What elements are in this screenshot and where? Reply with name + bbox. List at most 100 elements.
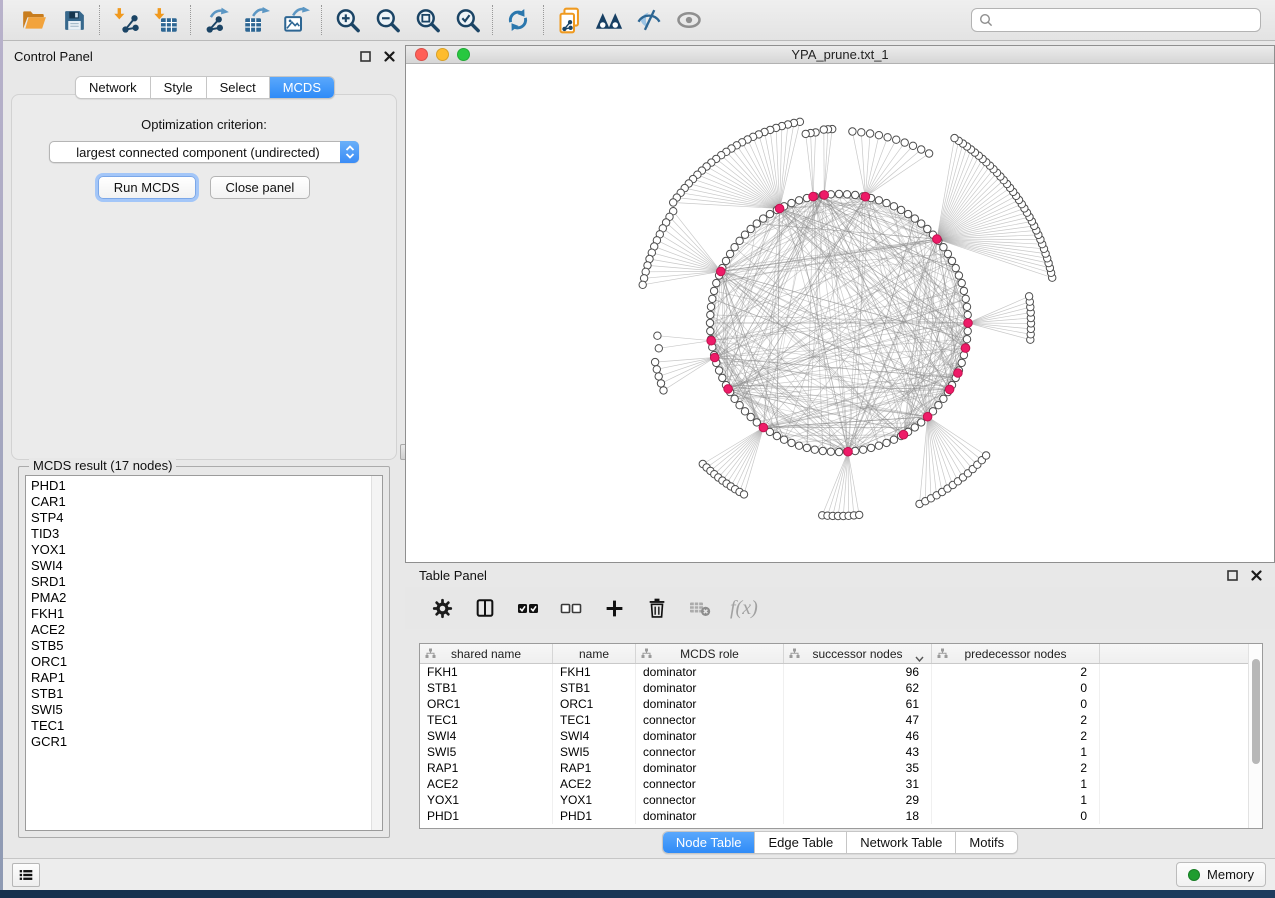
graph-mcds-hub-node[interactable] [775, 204, 784, 213]
cell-successor-nodes[interactable]: 18 [784, 808, 932, 824]
graph-node[interactable] [958, 279, 965, 286]
cell-name[interactable]: SWI4 [553, 728, 636, 744]
graph-leaf-node[interactable] [893, 136, 900, 143]
export-network-icon[interactable] [200, 4, 232, 36]
graph-node[interactable] [736, 402, 743, 409]
graph-node[interactable] [890, 203, 897, 210]
mcds-result-item[interactable]: TID3 [26, 526, 370, 542]
table-scrollbar-thumb[interactable] [1252, 659, 1260, 764]
graph-node[interactable] [773, 432, 780, 439]
cell-predecessor-nodes[interactable]: 1 [932, 792, 1100, 808]
criterion-select[interactable]: largest connected component (undirected) [49, 141, 359, 163]
export-image-icon[interactable] [280, 4, 312, 36]
table-row[interactable]: PHD1PHD1dominator180 [420, 808, 1248, 824]
cell-mcds-role[interactable]: connector [636, 744, 784, 760]
cell-name[interactable]: PHD1 [553, 808, 636, 824]
save-icon[interactable] [58, 4, 90, 36]
cell-successor-nodes[interactable]: 35 [784, 760, 932, 776]
graph-node[interactable] [835, 448, 842, 455]
graph-node[interactable] [883, 199, 890, 206]
cell-shared-name[interactable]: ACE2 [420, 776, 553, 792]
search-input[interactable] [998, 13, 1253, 28]
cell-successor-nodes[interactable]: 43 [784, 744, 932, 760]
graph-node[interactable] [726, 250, 733, 257]
network-window-titlebar[interactable]: YPA_prune.txt_1 [406, 46, 1274, 64]
graph-node[interactable] [875, 442, 882, 449]
graph-mcds-hub-node[interactable] [964, 319, 973, 328]
graph-mcds-hub-node[interactable] [933, 235, 942, 244]
graph-leaf-node[interactable] [884, 134, 891, 141]
minimize-window-icon[interactable] [436, 48, 449, 61]
graph-node[interactable] [944, 250, 951, 257]
cell-shared-name[interactable]: TEC1 [420, 712, 553, 728]
graph-node[interactable] [835, 190, 842, 197]
graph-leaf-node[interactable] [858, 129, 865, 136]
graph-leaf-node[interactable] [866, 130, 873, 137]
add-column-icon[interactable] [601, 595, 627, 621]
graph-leaf-node[interactable] [849, 128, 856, 135]
graph-leaf-node[interactable] [639, 281, 646, 288]
graph-mcds-hub-node[interactable] [954, 369, 963, 378]
graph-node[interactable] [741, 231, 748, 238]
cell-mcds-role[interactable]: connector [636, 792, 784, 808]
cell-successor-nodes[interactable]: 96 [784, 664, 932, 680]
column-header-shared-name[interactable]: shared name [420, 644, 553, 663]
graph-node[interactable] [731, 244, 738, 251]
graph-mcds-hub-node[interactable] [820, 191, 829, 200]
select-all-icon[interactable] [515, 595, 541, 621]
cell-successor-nodes[interactable]: 29 [784, 792, 932, 808]
graph-node[interactable] [867, 444, 874, 451]
deselect-all-icon[interactable] [558, 595, 584, 621]
graph-node[interactable] [707, 311, 714, 318]
cell-name[interactable]: FKH1 [553, 664, 636, 680]
graph-leaf-node[interactable] [909, 142, 916, 149]
graph-node[interactable] [964, 311, 971, 318]
graph-leaf-node[interactable] [651, 358, 658, 365]
cell-mcds-role[interactable]: connector [636, 776, 784, 792]
graph-node[interactable] [795, 442, 802, 449]
table-row[interactable]: ACE2ACE2connector311 [420, 776, 1248, 792]
tab-mcds[interactable]: MCDS [270, 77, 334, 98]
run-mcds-button[interactable]: Run MCDS [98, 176, 196, 199]
cell-shared-name[interactable]: ORC1 [420, 696, 553, 712]
cell-successor-nodes[interactable]: 46 [784, 728, 932, 744]
mcds-result-item[interactable]: SWI4 [26, 558, 370, 574]
graph-mcds-hub-node[interactable] [861, 192, 870, 201]
graph-node[interactable] [788, 199, 795, 206]
cell-shared-name[interactable]: FKH1 [420, 664, 553, 680]
close-window-icon[interactable] [415, 48, 428, 61]
network-document-icon[interactable] [553, 4, 585, 36]
graph-mcds-hub-node[interactable] [809, 192, 818, 201]
close-icon[interactable] [1250, 569, 1263, 582]
cell-predecessor-nodes[interactable]: 0 [932, 808, 1100, 824]
cell-mcds-role[interactable]: dominator [636, 664, 784, 680]
tab-motifs[interactable]: Motifs [956, 832, 1017, 853]
graph-leaf-node[interactable] [925, 150, 932, 157]
graph-node[interactable] [918, 419, 925, 426]
cell-mcds-role[interactable]: dominator [636, 696, 784, 712]
sort-desc-icon[interactable] [915, 651, 924, 665]
mcds-result-item[interactable]: CAR1 [26, 494, 370, 510]
graph-node[interactable] [924, 225, 931, 232]
graph-mcds-hub-node[interactable] [844, 447, 853, 456]
graph-leaf-node[interactable] [875, 132, 882, 139]
cell-name[interactable]: STB1 [553, 680, 636, 696]
column-header-name[interactable]: name [553, 644, 636, 663]
table-row[interactable]: RAP1RAP1dominator352 [420, 760, 1248, 776]
task-history-icon[interactable] [12, 863, 40, 887]
graph-leaf-node[interactable] [918, 146, 925, 153]
graph-leaf-node[interactable] [802, 130, 809, 137]
cell-name[interactable]: TEC1 [553, 712, 636, 728]
cell-shared-name[interactable]: YOX1 [420, 792, 553, 808]
graph-node[interactable] [963, 336, 970, 343]
graph-mcds-hub-node[interactable] [945, 385, 954, 394]
graph-leaf-node[interactable] [655, 345, 662, 352]
graph-mcds-hub-node[interactable] [759, 423, 768, 432]
graph-node[interactable] [958, 359, 965, 366]
cell-successor-nodes[interactable]: 47 [784, 712, 932, 728]
graph-leaf-node[interactable] [982, 452, 989, 459]
gear-icon[interactable] [429, 595, 455, 621]
graph-node[interactable] [819, 447, 826, 454]
cell-mcds-role[interactable]: dominator [636, 760, 784, 776]
cell-shared-name[interactable]: PHD1 [420, 808, 553, 824]
